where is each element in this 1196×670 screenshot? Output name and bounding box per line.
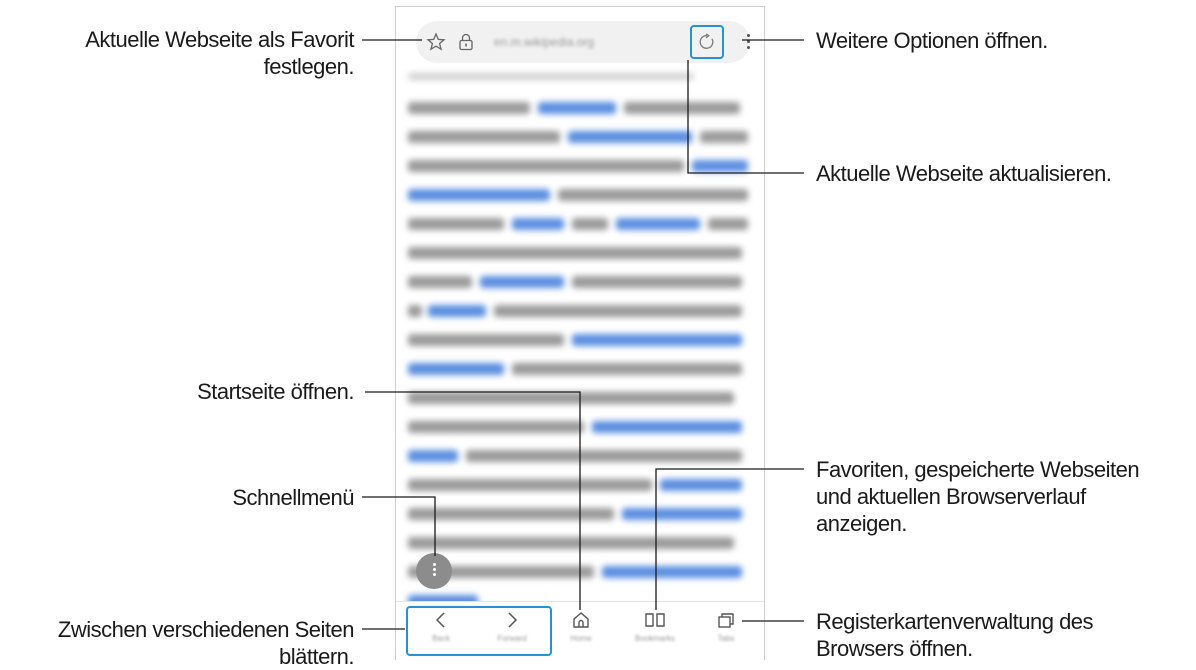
callout-navigate-line1: Zwischen verschiedenen Seiten — [57, 617, 355, 642]
callout-tabs: Registerkartenverwaltung des Browsers öf… — [816, 608, 1094, 662]
callout-more-options: Weitere Optionen öffnen. — [816, 28, 1048, 53]
callout-navigate: Zwischen verschiedenen Seiten blättern. — [57, 616, 355, 670]
callout-quick-menu: Schnellmenü — [232, 485, 354, 510]
callout-bookmarks: Favoriten, gespeicherte Webseiten und ak… — [816, 456, 1140, 537]
callout-bookmarks-line1: Favoriten, gespeicherte Webseiten — [816, 457, 1140, 482]
callout-favorite-line1: Aktuelle Webseite als Favorit — [85, 27, 354, 52]
callout-leader-lines — [362, 39, 804, 630]
callout-tabs-line2: Browsers öffnen. — [816, 636, 973, 661]
callout-home: Startseite öffnen. — [197, 379, 354, 404]
callout-bookmarks-line2: und aktuellen Browserverlauf — [816, 484, 1086, 509]
callout-favorite-line2: festlegen. — [263, 54, 355, 79]
callout-navigate-line2: blättern. — [279, 644, 355, 669]
callout-tabs-line1: Registerkartenverwaltung des — [816, 609, 1094, 634]
callout-bookmarks-line3: anzeigen. — [816, 511, 907, 536]
callout-refresh: Aktuelle Webseite aktualisieren. — [816, 161, 1112, 186]
callout-favorite: Aktuelle Webseite als Favorit festlegen. — [85, 26, 354, 80]
